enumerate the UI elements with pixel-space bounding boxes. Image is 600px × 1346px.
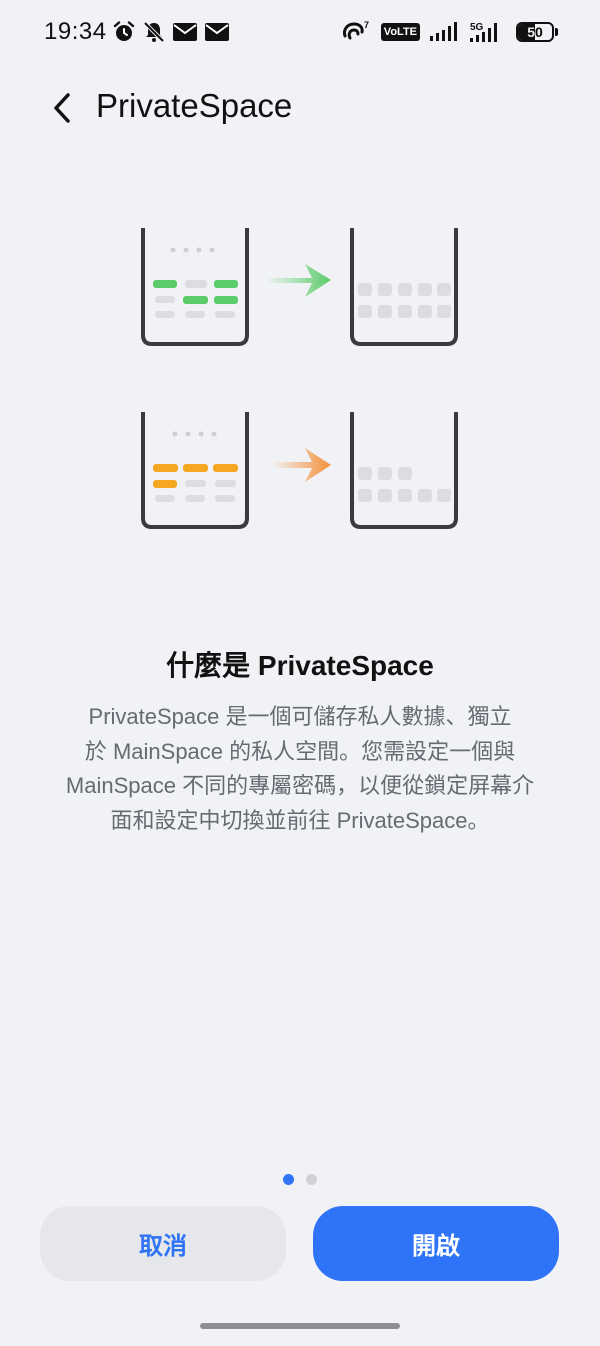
hotspot-icon: 7 [342,20,369,40]
status-bar: 19:34 7 VoLTE 5G 50 [0,0,600,66]
intro-line: PrivateSpace 是一個可儲存私人數據、獨立 [88,704,512,729]
private-space-intro-screen: 19:34 7 VoLTE 5G 50 PrivateSpace 什麼是 Pri… [0,0,600,1346]
battery-body: 50 [516,22,554,42]
intro-title: 什麼是 PrivateSpace [166,650,434,681]
phone-after-gray [350,228,458,346]
signal-icon [430,22,457,41]
chevron-left-icon [54,93,70,123]
status-time: 19:34 [44,18,107,45]
battery-nub [555,28,558,36]
bell-muted-icon [143,21,165,43]
intro-line: 於 MainSpace 的私人空間。您需設定一個與 [84,738,516,764]
arrow-right-orange [272,448,331,482]
page-title: PrivateSpace [96,87,293,124]
intro-line: 面和設定中切換並前往 PrivateSpace。 [110,807,490,833]
phone-before-orange [141,412,249,529]
intro-description: PrivateSpace 是一個可儲存私人數據、獨立 於 MainSpace 的… [40,700,560,838]
svg-text:7: 7 [364,20,369,30]
volte-icon: VoLTE [380,23,420,41]
private-space-illustration [141,228,458,529]
arrow-right-green [266,264,331,297]
phone-after-partial [350,412,458,529]
5g-signal-icon: 5G [470,22,497,42]
intro-line: MainSpace 不同的專屬密碼，以便從鎖定屏幕介 [65,773,535,798]
mail-icon [173,23,197,41]
page-dot [306,1174,317,1185]
page-dot-active [283,1174,294,1185]
page-indicator [0,1174,600,1185]
notification-icons [113,21,229,43]
battery-level: 50 [527,24,543,40]
enable-button[interactable]: 開啟 [313,1206,559,1281]
system-icons: 7 VoLTE 5G 50 [341,20,558,44]
illustration [0,220,600,540]
alarm-icon [113,21,135,41]
battery-icon: 50 [516,22,558,42]
mail-icon [205,23,229,41]
phone-before-green [141,228,249,346]
5g-label: 5G [470,22,484,33]
cancel-button[interactable]: 取消 [40,1206,286,1281]
home-indicator[interactable] [200,1323,400,1329]
back-button[interactable] [40,86,84,130]
top-app-bar: PrivateSpace [0,78,600,138]
